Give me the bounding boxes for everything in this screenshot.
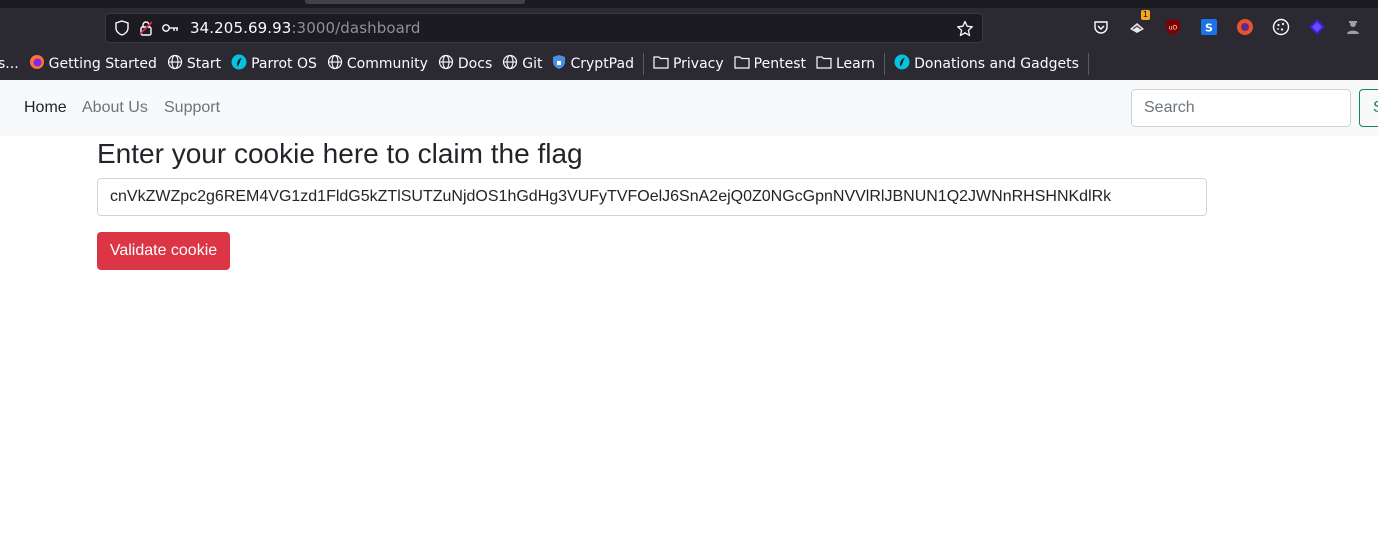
bookmark-separator (642, 53, 644, 75)
bookmark-folder-pentest[interactable]: Pentest (729, 48, 811, 80)
globe-icon (167, 54, 183, 74)
cookie-input[interactable] (97, 178, 1207, 216)
bookmark-label: Getting Started (48, 56, 157, 72)
foxyproxy-icon[interactable]: 1 (1126, 10, 1150, 38)
user-profile-icon[interactable] (1342, 16, 1364, 38)
key-icon[interactable] (158, 13, 182, 43)
bookmark-separator (884, 53, 886, 75)
shield-icon[interactable] (110, 13, 134, 43)
pocket-icon[interactable] (1090, 16, 1112, 38)
bookmark-label: Docs (457, 56, 493, 72)
parrot-icon (894, 54, 910, 74)
bookmark-label: Start (186, 56, 222, 72)
nav-link-home[interactable]: Home (24, 99, 67, 117)
nav-link-support[interactable]: Support (164, 99, 220, 117)
nav-link-about-us[interactable]: About Us (82, 99, 148, 117)
insecure-lock-icon[interactable] (134, 13, 158, 43)
globe-icon (327, 54, 343, 74)
bookmark-label: Community (346, 56, 428, 72)
bookmark-git[interactable]: Git (497, 48, 547, 80)
bookmark-truncated[interactable]: s... (0, 48, 24, 80)
bookmark-folder-learn[interactable]: Learn (811, 48, 880, 80)
bookmark-label: Donations and Gadgets (914, 56, 1079, 72)
bookmark-folder-privacy[interactable]: Privacy (648, 48, 729, 80)
cookie-editor-icon[interactable] (1270, 16, 1292, 38)
folder-icon (816, 55, 832, 73)
extension-badge: 1 (1140, 10, 1150, 20)
ublock-origin-icon[interactable]: uO (1162, 16, 1184, 38)
cryptpad-icon (552, 54, 566, 74)
bookmark-community[interactable]: Community (322, 48, 433, 80)
bookmarks-toolbar: s... Getting Started Start Parrot OS Com… (0, 48, 1378, 80)
svg-text:S: S (1205, 22, 1213, 35)
firefox-icon (29, 54, 45, 74)
bookmark-cryptpad[interactable]: CryptPad (547, 48, 638, 80)
browser-tabstrip (0, 0, 1378, 8)
bookmark-docs[interactable]: Docs (433, 48, 497, 80)
globe-icon (502, 54, 518, 74)
search-input[interactable] (1131, 89, 1351, 127)
address-bar[interactable]: 34.205.69.93:3000/dashboard (105, 13, 983, 43)
bookmark-parrot-os[interactable]: Parrot OS (226, 48, 322, 80)
parrot-icon (231, 54, 247, 74)
globe-icon (438, 54, 454, 74)
extension-icons: 1 uO S (1090, 10, 1364, 38)
bookmark-label: Parrot OS (251, 56, 317, 72)
bookmark-label: Learn (836, 56, 876, 72)
search-button[interactable]: Search (1359, 89, 1378, 127)
url-text[interactable]: 34.205.69.93:3000/dashboard (190, 19, 421, 37)
s-extension-icon[interactable]: S (1198, 16, 1220, 38)
active-tab[interactable] (305, 0, 525, 4)
bookmark-label: Pentest (753, 56, 806, 72)
bookmark-label: CryptPad (570, 56, 634, 72)
wappalyzer-icon[interactable] (1234, 16, 1256, 38)
browser-toolbar: 34.205.69.93:3000/dashboard 1 uO S (0, 8, 1378, 48)
bookmark-star-icon[interactable] (956, 20, 974, 42)
hack-tools-icon[interactable] (1306, 16, 1328, 38)
bookmark-label: Privacy (672, 56, 724, 72)
bookmark-getting-started[interactable]: Getting Started (24, 48, 162, 80)
svg-text:uO: uO (1169, 25, 1178, 32)
site-navbar: Home About Us Support Search (0, 80, 1378, 136)
folder-icon (734, 55, 750, 73)
bookmark-donations[interactable]: Donations and Gadgets (889, 48, 1084, 80)
bookmark-label: s... (0, 56, 19, 72)
bookmark-start[interactable]: Start (162, 48, 226, 80)
validate-cookie-button[interactable]: Validate cookie (97, 232, 230, 270)
bookmark-label: Git (522, 56, 543, 72)
bookmark-separator (1087, 53, 1089, 75)
page-heading: Enter your cookie here to claim the flag (97, 138, 583, 169)
folder-icon (653, 55, 669, 73)
